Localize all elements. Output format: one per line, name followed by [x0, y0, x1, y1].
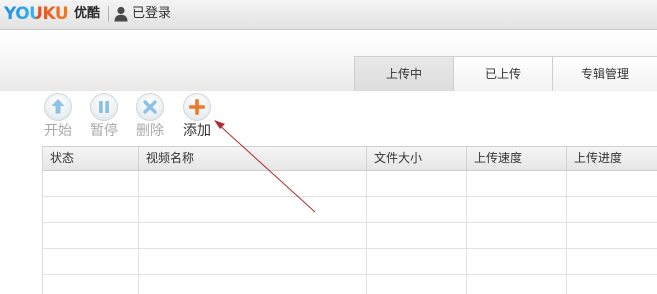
- tab-album-management[interactable]: 专辑管理: [552, 56, 657, 91]
- login-status-text: 已登录: [132, 6, 172, 21]
- column-header-status[interactable]: 状态: [43, 147, 139, 170]
- table-cell: [139, 171, 367, 196]
- table-cell: [43, 223, 139, 248]
- table-cell: [43, 249, 139, 274]
- table-cell: [43, 197, 139, 222]
- table-header: 状态 视频名称 文件大小 上传速度 上传进度: [42, 146, 657, 171]
- table-cell: [139, 275, 367, 294]
- table-row: [43, 197, 657, 223]
- up-arrow-icon: [51, 99, 65, 114]
- table-cell: [43, 171, 139, 196]
- table-cell: [367, 171, 467, 196]
- table-cell: [43, 275, 139, 294]
- table-cell: [139, 249, 367, 274]
- logo-chinese-text: 优酷: [74, 6, 101, 21]
- table-body: [42, 171, 657, 294]
- table-cell: [567, 223, 657, 248]
- table-cell: [467, 223, 567, 248]
- table-cell: [139, 197, 367, 222]
- table-cell: [139, 223, 367, 248]
- top-header: YOUKU 优酷 已登录: [0, 0, 657, 30]
- start-label: 开始: [44, 123, 72, 139]
- table-row: [43, 249, 657, 275]
- tab-bar: 上传中 已上传 专辑管理: [354, 56, 657, 91]
- table-cell: [367, 197, 467, 222]
- plus-icon: [189, 99, 205, 115]
- column-header-upload-progress[interactable]: 上传进度: [567, 147, 657, 170]
- table-cell: [567, 171, 657, 196]
- upload-table: 状态 视频名称 文件大小 上传速度 上传进度: [42, 146, 657, 294]
- table-row: [43, 223, 657, 249]
- table-cell: [567, 249, 657, 274]
- table-cell: [367, 275, 467, 294]
- pause-icon: [99, 101, 109, 113]
- table-cell: [567, 197, 657, 222]
- tab-uploading[interactable]: 上传中: [354, 56, 454, 91]
- x-icon: [143, 100, 157, 114]
- start-button[interactable]: 开始: [41, 91, 77, 143]
- pause-button[interactable]: 暂停: [87, 91, 123, 143]
- table-cell: [467, 275, 567, 294]
- table-cell: [467, 171, 567, 196]
- table-cell: [467, 197, 567, 222]
- delete-label: 删除: [136, 123, 164, 139]
- pause-label: 暂停: [90, 123, 118, 139]
- table-cell: [367, 223, 467, 248]
- toolbar: 开始 暂停 删除 添加: [0, 91, 657, 144]
- add-button[interactable]: 添加: [180, 91, 216, 143]
- table-cell: [567, 275, 657, 294]
- user-icon: [114, 6, 128, 22]
- table-cell: [367, 249, 467, 274]
- table-cell: [467, 249, 567, 274]
- tab-uploaded[interactable]: 已上传: [453, 56, 553, 91]
- youku-uploader-window: YOUKU 优酷 已登录 上传中 已上传 专辑管理 开始 暂停 删除 添加 状态…: [0, 0, 657, 294]
- column-header-upload-speed[interactable]: 上传速度: [467, 147, 567, 170]
- column-header-file-size[interactable]: 文件大小: [367, 147, 467, 170]
- header-divider: [108, 6, 109, 22]
- column-header-video-name[interactable]: 视频名称: [139, 147, 367, 170]
- add-label: 添加: [183, 123, 211, 139]
- table-row: [43, 275, 657, 294]
- logo-latin-text: YOUKU: [4, 4, 69, 24]
- table-row: [43, 171, 657, 197]
- delete-button[interactable]: 删除: [133, 91, 169, 143]
